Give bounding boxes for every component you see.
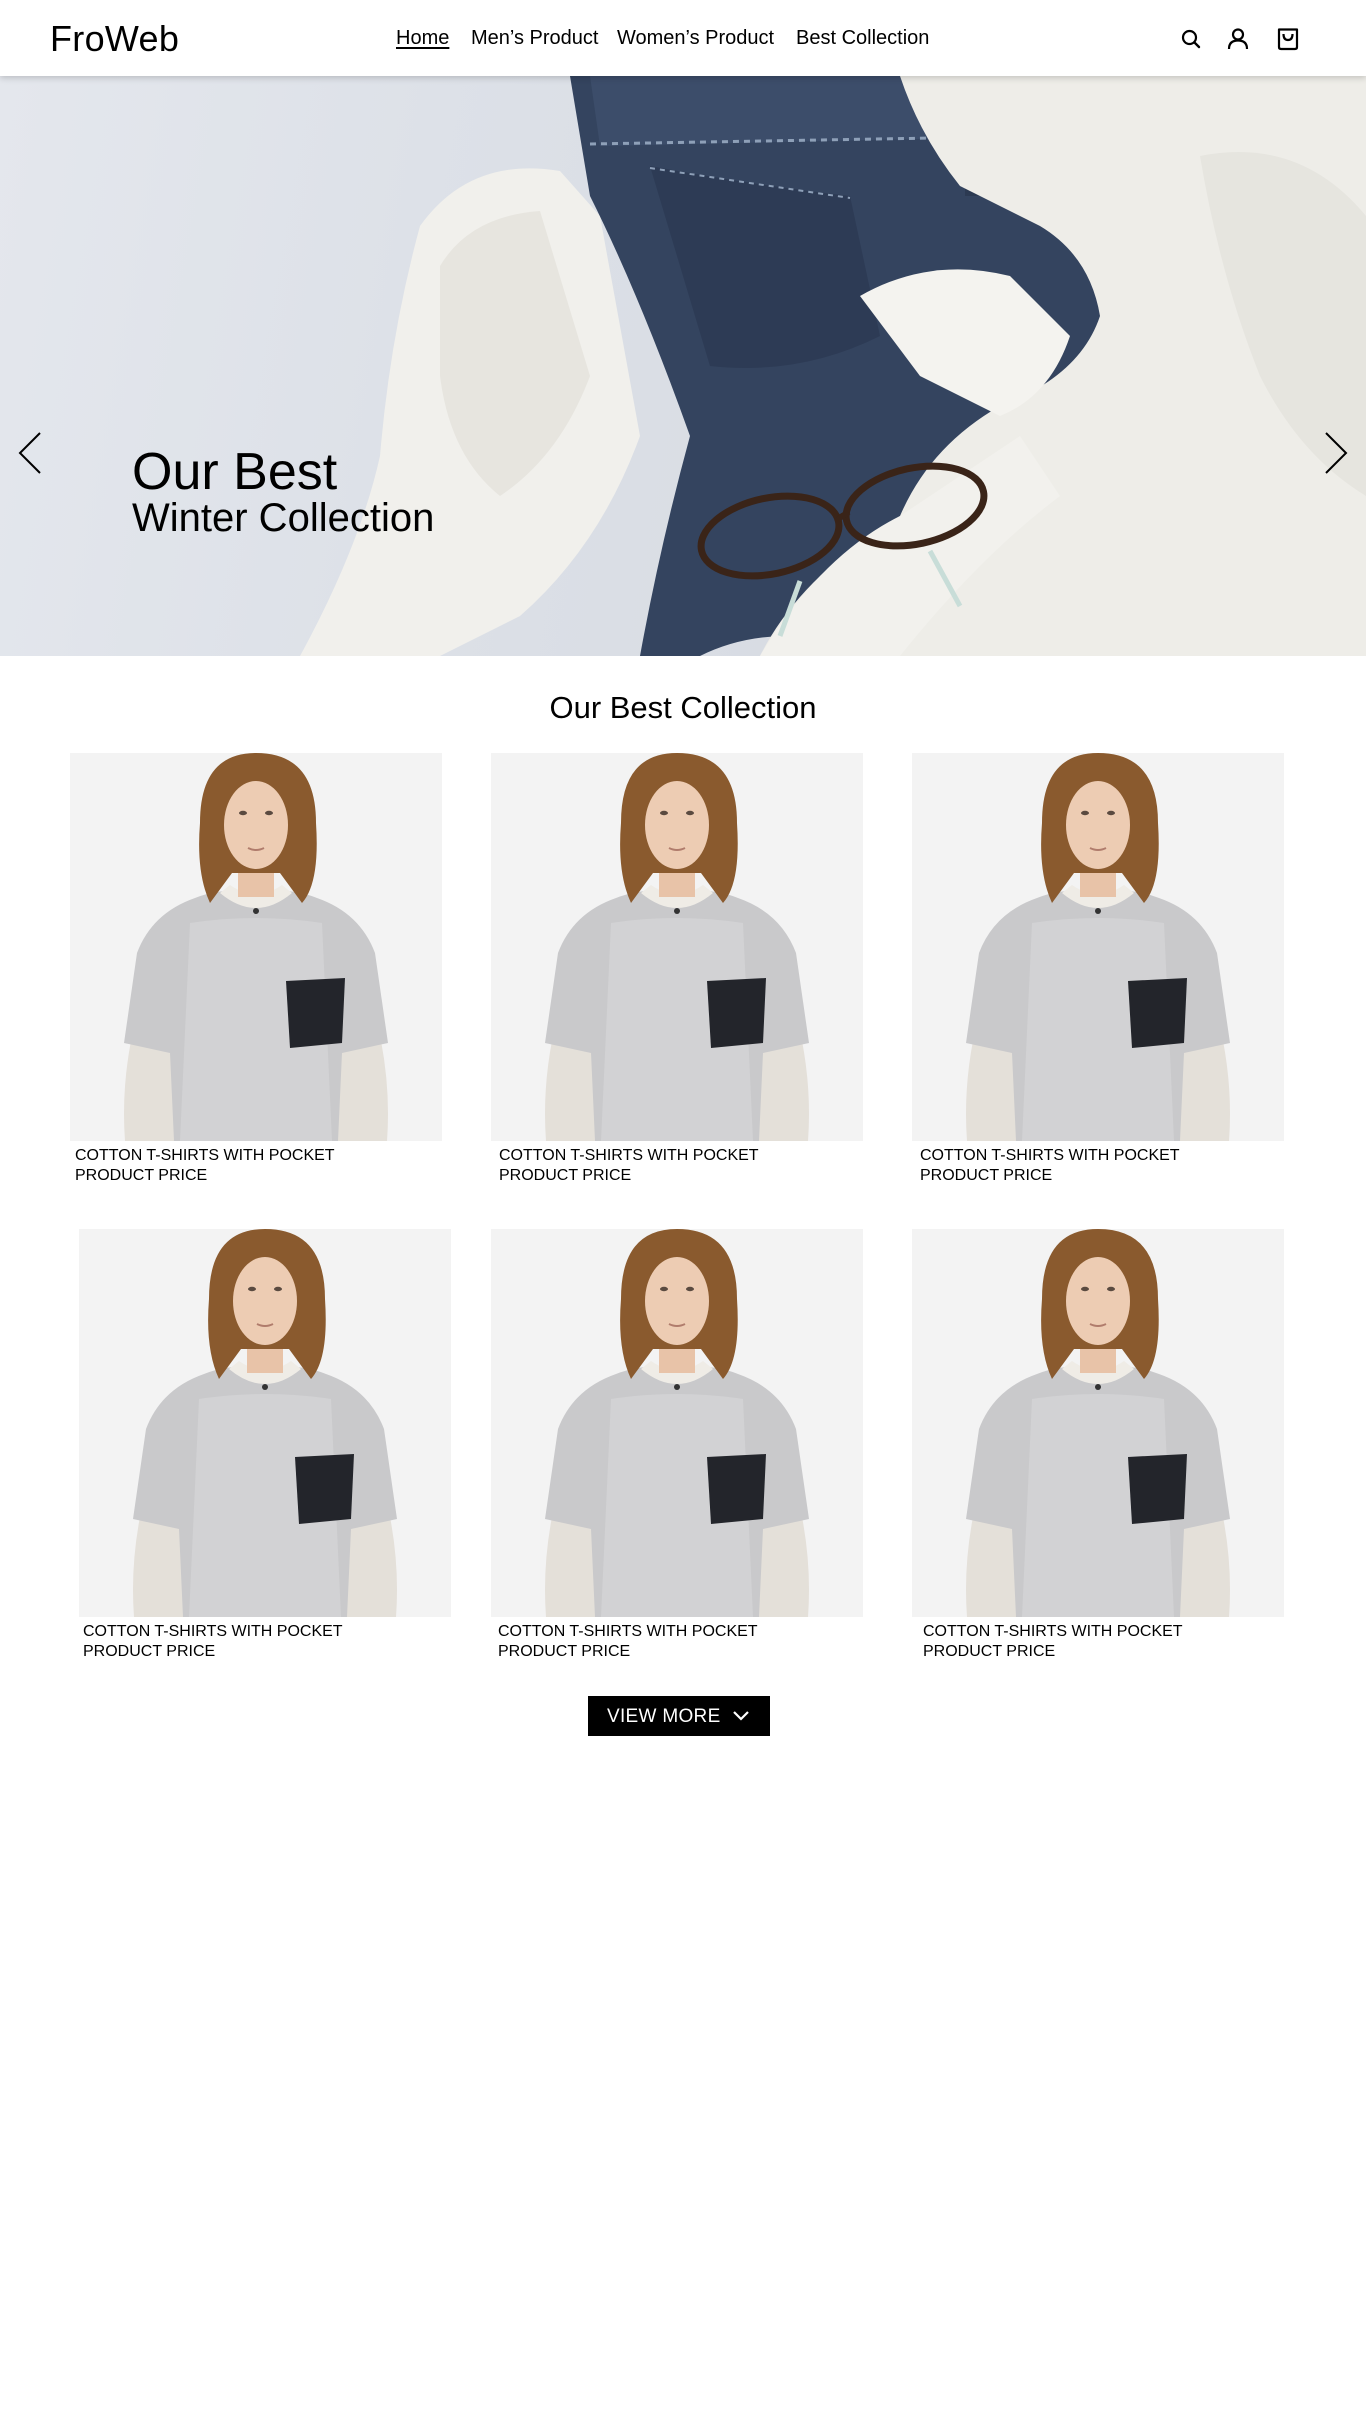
- nav-home[interactable]: Home: [396, 27, 449, 50]
- view-more-button[interactable]: VIEW MORE: [588, 1696, 770, 1736]
- product-name[interactable]: COTTON T-SHIRTS WITH POCKET: [83, 1623, 343, 1641]
- product-image[interactable]: [912, 1229, 1284, 1617]
- chevron-right-icon[interactable]: [1322, 430, 1350, 476]
- hero-banner: Our Best Winter Collection: [0, 76, 1366, 656]
- product-name[interactable]: COTTON T-SHIRTS WITH POCKET: [499, 1147, 759, 1165]
- chevron-left-icon[interactable]: [16, 430, 44, 476]
- product-image[interactable]: [70, 753, 442, 1141]
- product-card[interactable]: COTTON T-SHIRTS WITH POCKET PRODUCT PRICE: [79, 1229, 451, 1660]
- search-icon[interactable]: [1178, 26, 1204, 52]
- product-name[interactable]: COTTON T-SHIRTS WITH POCKET: [75, 1147, 335, 1165]
- nav-womens-product[interactable]: Women’s Product: [617, 27, 774, 50]
- product-price: PRODUCT PRICE: [83, 1643, 216, 1660]
- product-card[interactable]: COTTON T-SHIRTS WITH POCKET PRODUCT PRICE: [491, 753, 863, 1184]
- product-card[interactable]: COTTON T-SHIRTS WITH POCKET PRODUCT PRICE: [70, 753, 442, 1184]
- hero-image: [300, 76, 1366, 656]
- nav-best-collection[interactable]: Best Collection: [796, 27, 929, 50]
- user-icon[interactable]: [1225, 26, 1251, 52]
- product-name[interactable]: COTTON T-SHIRTS WITH POCKET: [923, 1623, 1183, 1641]
- view-more-label: VIEW MORE: [607, 1706, 721, 1727]
- product-card[interactable]: COTTON T-SHIRTS WITH POCKET PRODUCT PRICE: [912, 753, 1284, 1184]
- site-logo[interactable]: FroWeb: [50, 18, 179, 60]
- site-header: FroWeb Home Men’s Product Women’s Produc…: [0, 0, 1366, 76]
- product-card[interactable]: COTTON T-SHIRTS WITH POCKET PRODUCT PRICE: [912, 1229, 1284, 1660]
- hero-subtitle: Winter Collection: [132, 496, 435, 540]
- shopping-bag-icon[interactable]: [1275, 26, 1301, 52]
- product-image[interactable]: [912, 753, 1284, 1141]
- product-price: PRODUCT PRICE: [920, 1167, 1053, 1184]
- section-title: Our Best Collection: [549, 690, 817, 725]
- product-image[interactable]: [79, 1229, 451, 1617]
- product-price: PRODUCT PRICE: [923, 1643, 1056, 1660]
- product-image[interactable]: [491, 753, 863, 1141]
- product-card[interactable]: COTTON T-SHIRTS WITH POCKET PRODUCT PRICE: [491, 1229, 863, 1660]
- product-name[interactable]: COTTON T-SHIRTS WITH POCKET: [920, 1147, 1180, 1165]
- hero-title: Our Best: [132, 443, 338, 501]
- product-price: PRODUCT PRICE: [75, 1167, 208, 1184]
- product-image[interactable]: [491, 1229, 863, 1617]
- product-price: PRODUCT PRICE: [498, 1643, 631, 1660]
- nav-mens-product[interactable]: Men’s Product: [471, 27, 598, 50]
- product-name[interactable]: COTTON T-SHIRTS WITH POCKET: [498, 1623, 758, 1641]
- chevron-down-icon: [733, 1711, 749, 1721]
- product-price: PRODUCT PRICE: [499, 1167, 632, 1184]
